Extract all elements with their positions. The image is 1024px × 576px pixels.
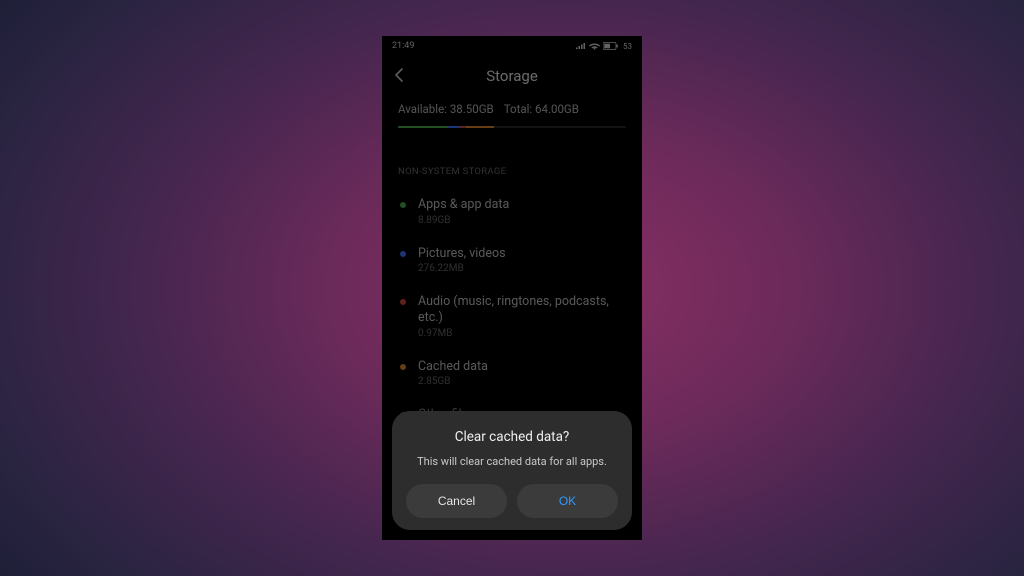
- ok-button[interactable]: OK: [517, 484, 618, 518]
- dialog-message: This will clear cached data for all apps…: [406, 455, 618, 468]
- clear-cache-dialog: Clear cached data? This will clear cache…: [392, 411, 632, 530]
- dialog-title: Clear cached data?: [406, 429, 618, 445]
- dialog-buttons: Cancel OK: [406, 484, 618, 518]
- cancel-button[interactable]: Cancel: [406, 484, 507, 518]
- phone-frame: 21:49 53 Storage Available: 38.50GB Tota…: [382, 36, 642, 540]
